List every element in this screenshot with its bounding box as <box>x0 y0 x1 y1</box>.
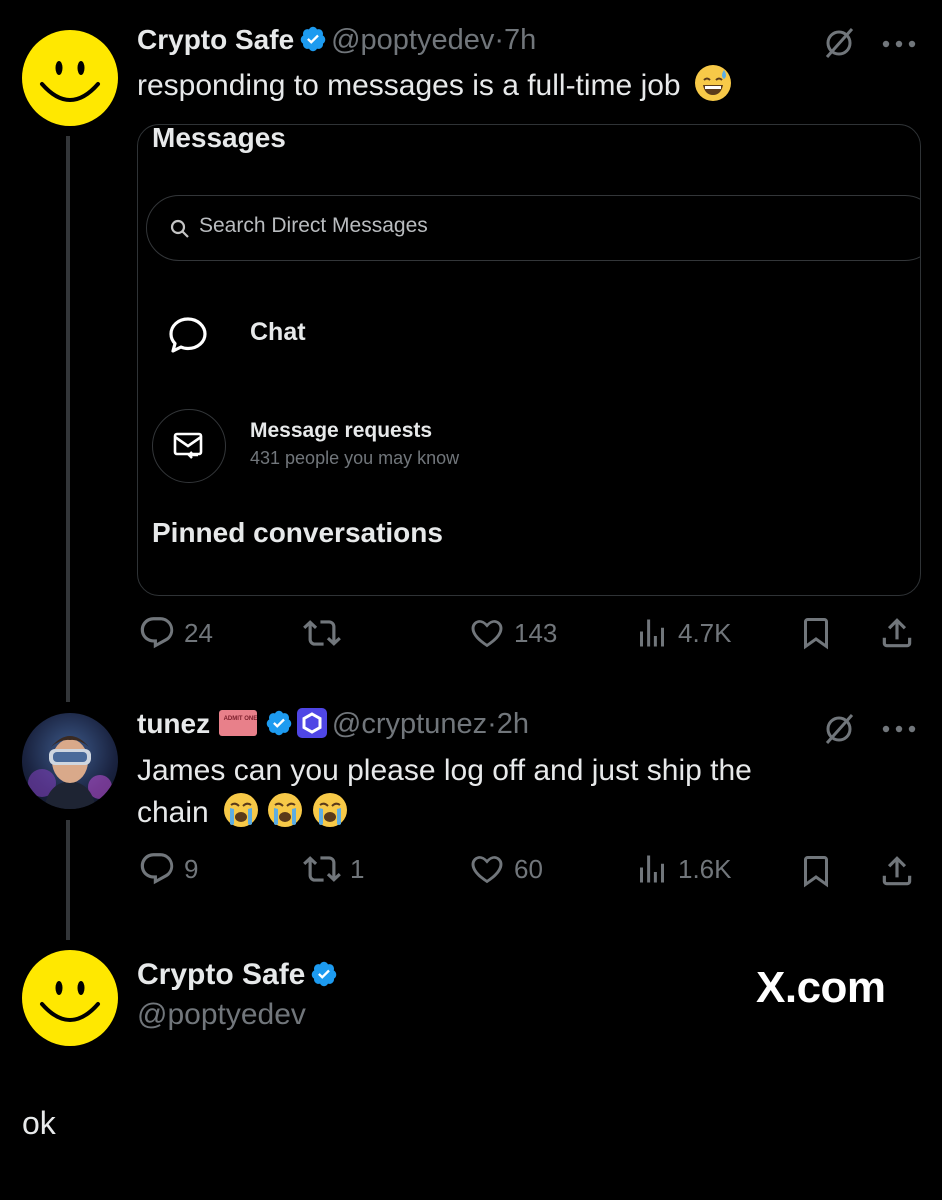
reply-button[interactable]: 9 <box>138 850 198 888</box>
like-count: 60 <box>514 853 543 884</box>
ticket-text: ADMIT ONE <box>223 716 258 722</box>
envelope-icon <box>173 432 203 459</box>
repost-icon <box>303 856 341 882</box>
requests-title[interactable]: Message requests <box>250 419 432 443</box>
tweet-text: James can you please log off and just sh… <box>137 750 917 834</box>
share-icon[interactable] <box>878 614 916 652</box>
crying-emoji <box>223 793 267 829</box>
repost-button[interactable]: 1 <box>302 850 364 888</box>
display-name[interactable]: Crypto Safe <box>137 24 294 55</box>
display-name[interactable]: tunez <box>137 708 210 739</box>
chat-label[interactable]: Chat <box>250 318 306 347</box>
search-placeholder: Search Direct Messages <box>199 214 428 237</box>
bookmark-icon[interactable] <box>798 852 834 890</box>
messages-card[interactable]: Messages Search Direct Messages Chat Mes… <box>137 124 921 596</box>
thread-line <box>66 136 70 702</box>
verified-icon <box>266 710 292 736</box>
like-button[interactable]: 60 <box>468 850 543 888</box>
reply-count: 9 <box>184 853 199 884</box>
avatar[interactable] <box>22 30 118 126</box>
reply-count: 24 <box>184 617 213 648</box>
more-icon[interactable] <box>882 724 916 734</box>
search-input[interactable]: Search Direct Messages <box>146 195 920 261</box>
tweet-text-line: chain <box>137 792 917 834</box>
views-icon <box>640 855 664 883</box>
like-count: 143 <box>514 617 558 648</box>
tweet-text-content: responding to messages is a full-time jo… <box>137 69 681 102</box>
search-icon <box>170 219 189 238</box>
views-count: 4.7K <box>678 617 732 648</box>
display-name[interactable]: Crypto Safe <box>137 958 305 991</box>
crying-emoji <box>312 793 348 829</box>
share-icon[interactable] <box>878 852 916 890</box>
smiley-icon <box>40 61 100 102</box>
repost-count: 1 <box>350 853 365 884</box>
avatar[interactable] <box>22 713 118 809</box>
like-button[interactable]: 143 <box>468 614 557 652</box>
tweet-text-line: James can you please log off and just sh… <box>137 754 752 787</box>
timestamp[interactable]: 2h <box>497 708 529 740</box>
profile-name-row: Crypto Safe <box>137 958 338 992</box>
grinning-sweat-emoji <box>694 65 731 101</box>
bookmark-icon[interactable] <box>798 614 834 652</box>
repost-button[interactable] <box>302 614 342 652</box>
chat-bubble-icon <box>169 317 207 353</box>
reply-button[interactable]: 24 <box>138 614 213 652</box>
like-icon <box>471 856 503 884</box>
smiley-icon <box>40 981 100 1022</box>
handle[interactable]: @cryptunez <box>332 708 487 740</box>
repost-icon <box>303 620 341 646</box>
verified-icon <box>311 961 337 987</box>
tweet-header: tunez ADMIT ONE @cryptunez·2h <box>137 708 530 740</box>
like-icon <box>471 620 503 648</box>
grok-icon[interactable] <box>822 26 856 60</box>
thread-line <box>66 820 70 940</box>
timestamp[interactable]: 7h <box>504 24 536 56</box>
requests-subtitle: 431 people you may know <box>250 448 460 468</box>
pinned-heading: Pinned conversations <box>152 517 443 548</box>
ticket-emoji: ADMIT ONE <box>218 710 258 736</box>
vr-portrait-image <box>28 736 112 809</box>
tweet-text: responding to messages is a full-time jo… <box>137 65 731 107</box>
affiliate-badge-icon <box>297 708 328 738</box>
views-button[interactable]: 4.7K <box>634 614 732 652</box>
reply-icon <box>140 617 174 649</box>
brand-logo: X.com <box>756 963 886 1012</box>
crying-emoji <box>267 793 311 829</box>
tweet-header: Crypto Safe @poptyedev·7h <box>137 24 537 56</box>
grok-icon[interactable] <box>822 712 856 746</box>
verified-icon <box>300 26 325 52</box>
reply-icon <box>140 853 174 885</box>
avatar[interactable] <box>22 950 118 1046</box>
views-icon <box>640 619 664 647</box>
views-count: 1.6K <box>678 853 732 884</box>
message-request-icon[interactable] <box>152 409 226 483</box>
more-icon[interactable] <box>882 39 916 49</box>
handle[interactable]: @poptyedev <box>331 24 494 56</box>
messages-title: Messages <box>152 124 286 153</box>
reply-text: ok <box>22 1105 56 1141</box>
handle[interactable]: @poptyedev <box>137 998 306 1032</box>
views-button[interactable]: 1.6K <box>634 850 732 888</box>
tweet-text-word: chain <box>137 796 209 829</box>
